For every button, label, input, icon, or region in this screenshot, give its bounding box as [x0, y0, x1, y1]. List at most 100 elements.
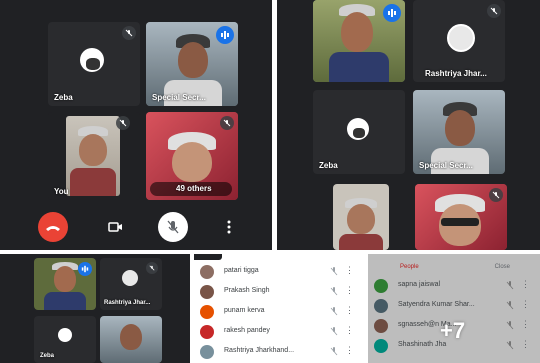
camera-button[interactable] [100, 212, 130, 242]
end-call-button[interactable] [38, 212, 68, 242]
participant-name: punam kerva [224, 307, 265, 314]
mic-off-icon [167, 220, 179, 234]
list-item[interactable]: punam kerva ⋮ [194, 302, 364, 322]
participant-name: sapna jaiswal [398, 281, 441, 288]
mic-off-icon[interactable] [506, 321, 514, 330]
participant-tile-video-2[interactable] [333, 184, 389, 250]
mic-off-icon[interactable] [330, 327, 338, 336]
mic-off-icon [122, 26, 136, 40]
participant-tile-special-secretary[interactable]: Special Secr... [413, 90, 505, 174]
more-vert-icon[interactable]: ⋮ [521, 320, 530, 329]
list-item[interactable]: Prakash Singh ⋮ [194, 282, 364, 302]
avatar [200, 325, 214, 339]
people-list-panel-dimmed: People Close sapna jaiswal ⋮ Satyendra K… [368, 254, 540, 363]
camera-icon [108, 222, 122, 232]
shirt [339, 234, 383, 250]
call-controls-bar [0, 206, 272, 250]
mic-off-icon[interactable] [330, 267, 338, 276]
more-vert-icon[interactable]: ⋮ [345, 306, 354, 315]
participant-name: Prakash Singh [224, 287, 270, 294]
shirt [329, 52, 389, 82]
participant-tile-others[interactable]: 49 others [146, 112, 238, 200]
sunglasses [441, 218, 479, 226]
more-vert-icon[interactable]: ⋮ [345, 326, 354, 335]
participant-tile-zeba[interactable]: Zeba [313, 90, 405, 174]
participant-name: Special Secr... [419, 161, 473, 170]
participant-tile-video-2[interactable] [100, 316, 162, 363]
avatar [374, 339, 388, 353]
mic-off-icon[interactable] [330, 347, 338, 356]
participant-tile-video[interactable] [34, 258, 96, 310]
face [341, 12, 373, 52]
participant-tile-video-3[interactable] [415, 184, 507, 250]
participant-tile-zeba[interactable]: Zeba [48, 22, 140, 106]
list-item[interactable]: rakesh pandey ⋮ [194, 322, 364, 342]
participant-name: Special Secr... [152, 93, 206, 102]
participant-tile-rashtriya[interactable]: Rashtriya Jhar... [413, 0, 505, 82]
mic-off-icon[interactable] [506, 281, 514, 290]
face [172, 142, 212, 182]
people-list-handle [194, 254, 222, 260]
avatar [200, 305, 214, 319]
people-header-title: People [400, 264, 419, 270]
mic-off-icon[interactable] [330, 307, 338, 316]
participant-name: Satyendra Kumar Shar... [398, 301, 475, 308]
list-item[interactable]: Rashtriya Jharkhand... ⋮ [194, 342, 364, 362]
list-item[interactable]: sapna jaiswal ⋮ [368, 276, 540, 296]
face [54, 266, 76, 292]
speaking-indicator-icon [216, 26, 234, 44]
participant-tile-video[interactable] [313, 0, 405, 82]
more-vert-icon[interactable]: ⋮ [345, 286, 354, 295]
face [445, 110, 475, 146]
avatar [200, 345, 214, 359]
more-vert-icon[interactable]: ⋮ [345, 346, 354, 355]
face [347, 204, 375, 234]
avatar [58, 328, 72, 342]
more-vert-icon [227, 220, 231, 234]
more-vert-icon[interactable]: ⋮ [521, 300, 530, 309]
participant-name: Zeba [54, 93, 73, 102]
mic-toggle-button[interactable] [158, 212, 188, 242]
more-options-button[interactable] [214, 212, 244, 242]
list-item[interactable]: patari tigga ⋮ [194, 262, 364, 282]
participant-name: patari tigga [224, 267, 259, 274]
participant-tile-zeba[interactable]: Zeba [34, 316, 96, 363]
more-vert-icon[interactable]: ⋮ [345, 266, 354, 275]
meeting-view-2: Rashtriya Jhar... Zeba Special Secr... [277, 0, 540, 250]
mic-off-icon [146, 262, 158, 274]
participant-name: Zeba [40, 353, 55, 359]
mic-off-icon [116, 116, 130, 130]
participant-tile-special-secretary[interactable]: Special Secr... [146, 22, 238, 106]
list-item[interactable]: Satyendra Kumar Shar... ⋮ [368, 296, 540, 316]
avatar-shade [353, 128, 365, 138]
participant-name: rakesh pandey [224, 327, 270, 334]
participant-tile-you[interactable]: You [48, 112, 140, 200]
meeting-view-3: Rashtriya Jhar... Zeba [0, 254, 190, 363]
speaking-indicator-icon [383, 4, 401, 22]
more-vert-icon[interactable]: ⋮ [521, 340, 530, 349]
avatar-shade [86, 58, 100, 70]
logo-avatar [447, 24, 475, 52]
more-vert-icon[interactable]: ⋮ [521, 280, 530, 289]
mic-off-icon [489, 188, 503, 202]
avatar [200, 285, 214, 299]
participant-name: Rashtriya Jhar... [104, 300, 151, 306]
shirt [70, 168, 116, 196]
overlay-count-label: +7 [440, 318, 466, 343]
participant-name: Rashtriya Jhar... [425, 69, 487, 78]
mic-off-icon [220, 116, 234, 130]
mic-off-icon[interactable] [506, 301, 514, 310]
participant-name: 49 others [176, 184, 212, 193]
meeting-view-1: Zeba Special Secr... You 49 others [0, 0, 272, 250]
mic-off-icon[interactable] [506, 341, 514, 350]
people-list-panel: patari tigga ⋮ Prakash Singh ⋮ punam ker… [194, 254, 364, 363]
participant-tile-rashtriya[interactable]: Rashtriya Jhar... [100, 258, 162, 310]
participant-name: Zeba [319, 161, 338, 170]
people-header-close[interactable]: Close [495, 264, 510, 270]
participant-name: Rashtriya Jharkhand... [224, 347, 295, 354]
face [79, 134, 107, 166]
avatar [200, 265, 214, 279]
mic-off-icon[interactable] [330, 287, 338, 296]
speaking-indicator-icon [78, 262, 92, 276]
face [178, 42, 208, 78]
